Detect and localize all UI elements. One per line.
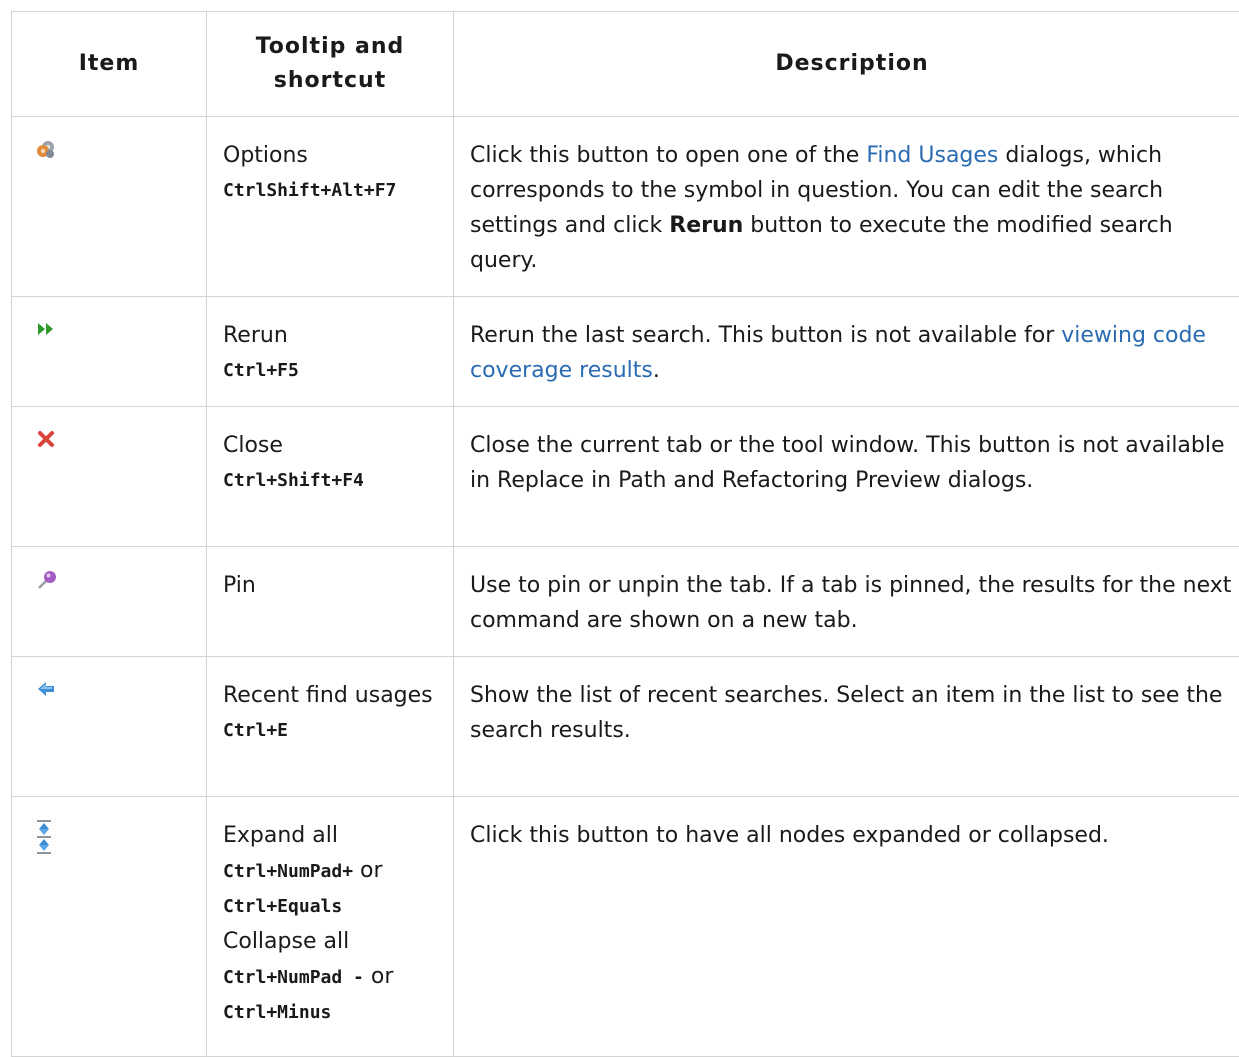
find-usages-link[interactable]: Find Usages — [866, 143, 998, 168]
close-icon — [36, 429, 206, 449]
tooltip-cell: Options CtrlShift+Alt+F7 — [207, 117, 454, 297]
table-row: Pin Use to pin or unpin the tab. If a ta… — [12, 547, 1239, 657]
tooltip-label: Options — [223, 138, 441, 173]
description-cell: Click this button to have all nodes expa… — [454, 797, 1239, 1057]
header-tooltip: Tooltip and shortcut — [207, 12, 454, 117]
tooltip-cell: Pin — [207, 547, 454, 657]
tooltip-cell: Expand all Ctrl+NumPad+ or Ctrl+Equals C… — [207, 797, 454, 1057]
item-cell — [12, 657, 207, 797]
description-cell: Close the current tab or the tool window… — [454, 407, 1239, 547]
tooltip-label: Recent find usages — [223, 678, 441, 713]
table-row: Expand all Ctrl+NumPad+ or Ctrl+Equals C… — [12, 797, 1239, 1057]
table-row: Recent find usages Ctrl+E Show the list … — [12, 657, 1239, 797]
description-cell: Click this button to open one of the Fin… — [454, 117, 1239, 297]
item-cell — [12, 547, 207, 657]
shortcut: Ctrl+NumPad+ — [223, 861, 353, 882]
desc-text: Rerun the last search. This button is no… — [470, 323, 1061, 348]
tooltip-label: Collapse all — [223, 924, 441, 959]
shortcut: Ctrl+F5 — [223, 353, 441, 388]
desc-text: Click this button to open one of the — [470, 143, 866, 168]
tooltip-cell: Close Ctrl+Shift+F4 — [207, 407, 454, 547]
tooltip-label: Close — [223, 428, 441, 463]
description-cell: Show the list of recent searches. Select… — [454, 657, 1239, 797]
tooltip-label: Rerun — [223, 318, 441, 353]
description-cell: Use to pin or unpin the tab. If a tab is… — [454, 547, 1239, 657]
item-cell — [12, 297, 207, 407]
shortcut: CtrlShift+Alt+F7 — [223, 173, 441, 208]
or-text: or — [353, 858, 383, 883]
shortcut: Ctrl+NumPad - — [223, 967, 364, 988]
item-cell — [12, 117, 207, 297]
shortcut: Ctrl+Shift+F4 — [223, 463, 441, 498]
rerun-bold: Rerun — [669, 213, 743, 238]
options-gears-icon — [36, 139, 206, 159]
tooltip-cell: Rerun Ctrl+F5 — [207, 297, 454, 407]
desc-text: . — [653, 358, 660, 383]
item-cell — [12, 407, 207, 547]
back-arrow-icon — [36, 679, 206, 699]
shortcut: Ctrl+Equals — [223, 889, 441, 924]
rerun-icon — [36, 319, 206, 339]
description-cell: Rerun the last search. This button is no… — [454, 297, 1239, 407]
pin-icon — [36, 569, 206, 591]
header-row: Item Tooltip and shortcut Description — [12, 12, 1239, 117]
table-row: Close Ctrl+Shift+F4 Close the current ta… — [12, 407, 1239, 547]
tooltip-label: Pin — [223, 568, 441, 603]
header-item: Item — [12, 12, 207, 117]
shortcut: Ctrl+E — [223, 713, 441, 748]
header-description: Description — [454, 12, 1239, 117]
or-text: or — [364, 964, 394, 989]
expand-collapse-icon — [36, 819, 206, 855]
tooltip-cell: Recent find usages Ctrl+E — [207, 657, 454, 797]
tooltip-label: Expand all — [223, 818, 441, 853]
item-cell — [12, 797, 207, 1057]
table-row: Options CtrlShift+Alt+F7 Click this butt… — [12, 117, 1239, 297]
table-row: Rerun Ctrl+F5 Rerun the last search. Thi… — [12, 297, 1239, 407]
toolbar-reference-table: Item Tooltip and shortcut Description — [11, 11, 1239, 1057]
